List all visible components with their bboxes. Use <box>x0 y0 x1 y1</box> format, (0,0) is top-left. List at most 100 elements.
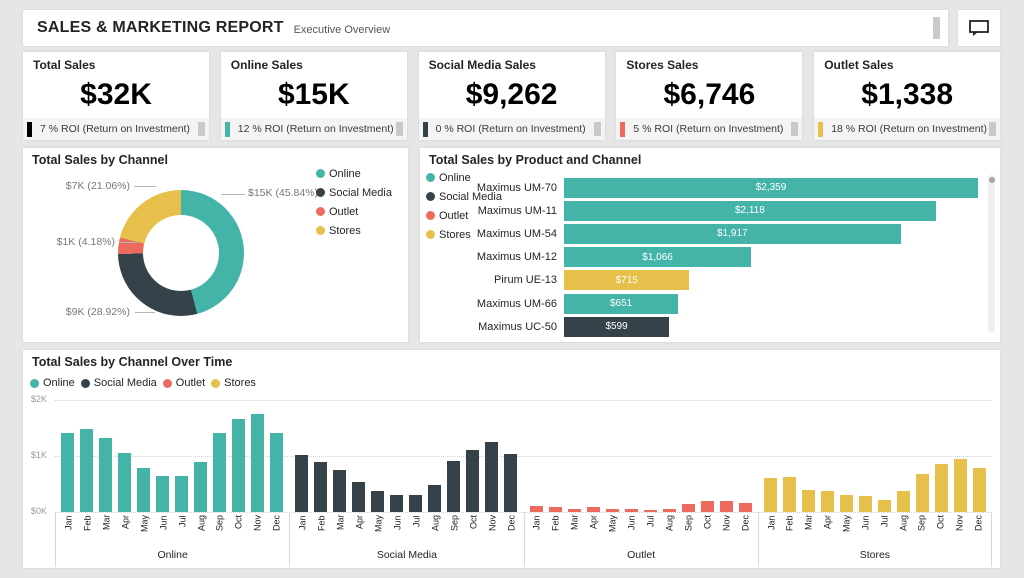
month-label: Oct <box>467 515 480 547</box>
bar-social-media-jul[interactable] <box>409 495 422 512</box>
bar-online-nov[interactable] <box>251 414 264 512</box>
legend-item-social-media[interactable]: Social Media <box>81 376 157 390</box>
bar-social-media-aug[interactable] <box>428 485 441 512</box>
dashboard: SALES & MARKETING REPORT Executive Overv… <box>0 0 1024 578</box>
scrollbar-thumb[interactable] <box>989 177 995 183</box>
bar-online-dec[interactable] <box>270 433 283 512</box>
bar-stores-mar[interactable] <box>802 490 815 512</box>
kpi-title: Total Sales <box>33 58 95 72</box>
bar-social-media-apr[interactable] <box>352 482 365 512</box>
product-label: Maximus UM-66 <box>420 298 564 310</box>
bar-stores-may[interactable] <box>840 495 853 512</box>
legend-label: Outlet <box>329 206 358 218</box>
kpi-scrollbar[interactable] <box>989 122 996 136</box>
bar-social-media-mar[interactable] <box>333 470 346 512</box>
bar-social-media-nov[interactable] <box>485 442 498 512</box>
bar-stores-aug[interactable] <box>897 491 910 512</box>
bar-online-jan[interactable] <box>61 433 74 512</box>
vertical-scrollbar[interactable] <box>988 175 995 333</box>
bar-maximus-um-12[interactable]: $1,066 <box>564 247 751 267</box>
legend-dot <box>316 169 325 178</box>
bar-online-sep[interactable] <box>213 433 226 513</box>
legend-item-social-media[interactable]: Social Media <box>316 183 392 202</box>
kpi-scrollbar[interactable] <box>198 122 205 136</box>
bar-social-media-oct[interactable] <box>466 450 479 512</box>
kpi-roi-strip: 12 % ROI (Return on Investment) <box>221 118 407 140</box>
month-label: Apr <box>119 515 132 547</box>
month-label: May <box>138 515 151 547</box>
month-label: Mar <box>334 515 347 547</box>
bar-online-mar[interactable] <box>99 438 112 513</box>
bar-social-media-dec[interactable] <box>504 454 517 512</box>
bar-online-feb[interactable] <box>80 429 93 512</box>
legend-item-online[interactable]: Online <box>316 164 392 183</box>
bar-maximus-uc-50[interactable]: $599 <box>564 317 669 337</box>
month-label: Jul <box>878 515 891 547</box>
bar-stores-jun[interactable] <box>859 496 872 512</box>
bar-stores-dec[interactable] <box>973 468 986 512</box>
bar-online-apr[interactable] <box>118 453 131 512</box>
kpi-value: $9,262 <box>419 78 605 112</box>
bar-maximus-um-11[interactable]: $2,118 <box>564 201 936 221</box>
bar-online-oct[interactable] <box>232 419 245 513</box>
legend-item-stores[interactable]: Stores <box>211 376 256 390</box>
month-label: Oct <box>701 515 714 547</box>
bar-online-jul[interactable] <box>175 476 188 512</box>
month-label: Feb <box>549 515 562 547</box>
bar-social-media-jun[interactable] <box>390 495 403 512</box>
bar-pirum-ue-13[interactable]: $715 <box>564 270 689 290</box>
bar-social-media-feb[interactable] <box>314 462 327 512</box>
channel-group-social-media: JanFebMarAprMayJunJulAugSepOctNovDecSoci… <box>289 400 523 567</box>
bar-social-media-jan[interactable] <box>295 455 308 512</box>
bar-track: $599 <box>564 317 978 337</box>
kpi-scrollbar[interactable] <box>791 122 798 136</box>
bar-outlet-nov[interactable] <box>720 501 733 512</box>
month-label: May <box>840 515 853 547</box>
bar-maximus-um-66[interactable]: $651 <box>564 294 678 314</box>
donut-chart[interactable] <box>118 190 244 316</box>
kpi-scrollbar[interactable] <box>396 122 403 136</box>
chart-title: Total Sales by Channel Over Time <box>32 355 232 369</box>
bar-social-media-sep[interactable] <box>447 461 460 513</box>
bar-outlet-oct[interactable] <box>701 501 714 512</box>
donut-callout-stores: $7K (21.06%) <box>38 180 130 192</box>
legend-item-online[interactable]: Online <box>30 376 75 390</box>
month-label: Nov <box>251 515 264 547</box>
bar-track: $715 <box>564 270 978 290</box>
bar-stores-oct[interactable] <box>935 464 948 512</box>
bar-maximus-um-70[interactable]: $2,359 <box>564 178 978 198</box>
month-label: Sep <box>682 515 695 547</box>
kpi-scrollbar[interactable] <box>594 122 601 136</box>
bar-stores-nov[interactable] <box>954 459 967 512</box>
product-label: Maximus UM-54 <box>420 228 564 240</box>
bar-track: $1,917 <box>564 224 978 244</box>
card-total-sales-over-time: Total Sales by Channel Over Time Online S… <box>23 350 1000 568</box>
kpi-value: $32K <box>23 78 209 112</box>
bar-stores-sep[interactable] <box>916 474 929 512</box>
legend-item-outlet[interactable]: Outlet <box>163 376 205 390</box>
bar-online-may[interactable] <box>137 468 150 512</box>
callout-line <box>134 186 156 187</box>
bar-stores-apr[interactable] <box>821 491 834 512</box>
legend-dot <box>81 379 90 388</box>
bar-value-label: $599 <box>605 321 627 332</box>
bar-outlet-dec[interactable] <box>739 503 752 512</box>
bar-stores-feb[interactable] <box>783 477 796 512</box>
legend-item-stores[interactable]: Stores <box>316 221 392 240</box>
chart-title: Total Sales by Product and Channel <box>429 153 641 167</box>
legend-label: Outlet <box>176 377 205 389</box>
bar-online-jun[interactable] <box>156 476 169 512</box>
bar-maximus-um-54[interactable]: $1,917 <box>564 224 901 244</box>
comment-button[interactable] <box>958 10 1000 46</box>
month-label: Mar <box>100 515 113 547</box>
callout-line <box>135 312 155 313</box>
bar-online-aug[interactable] <box>194 462 207 512</box>
bar-social-media-may[interactable] <box>371 491 384 512</box>
bar-stores-jul[interactable] <box>878 500 891 512</box>
month-label: Dec <box>505 515 518 547</box>
legend-dot <box>316 188 325 197</box>
bar-outlet-sep[interactable] <box>682 504 695 512</box>
legend-item-outlet[interactable]: Outlet <box>316 202 392 221</box>
group-axis: JanFebMarAprMayJunJulAugSepOctNovDecStor… <box>758 512 992 567</box>
bar-stores-jan[interactable] <box>764 478 777 512</box>
